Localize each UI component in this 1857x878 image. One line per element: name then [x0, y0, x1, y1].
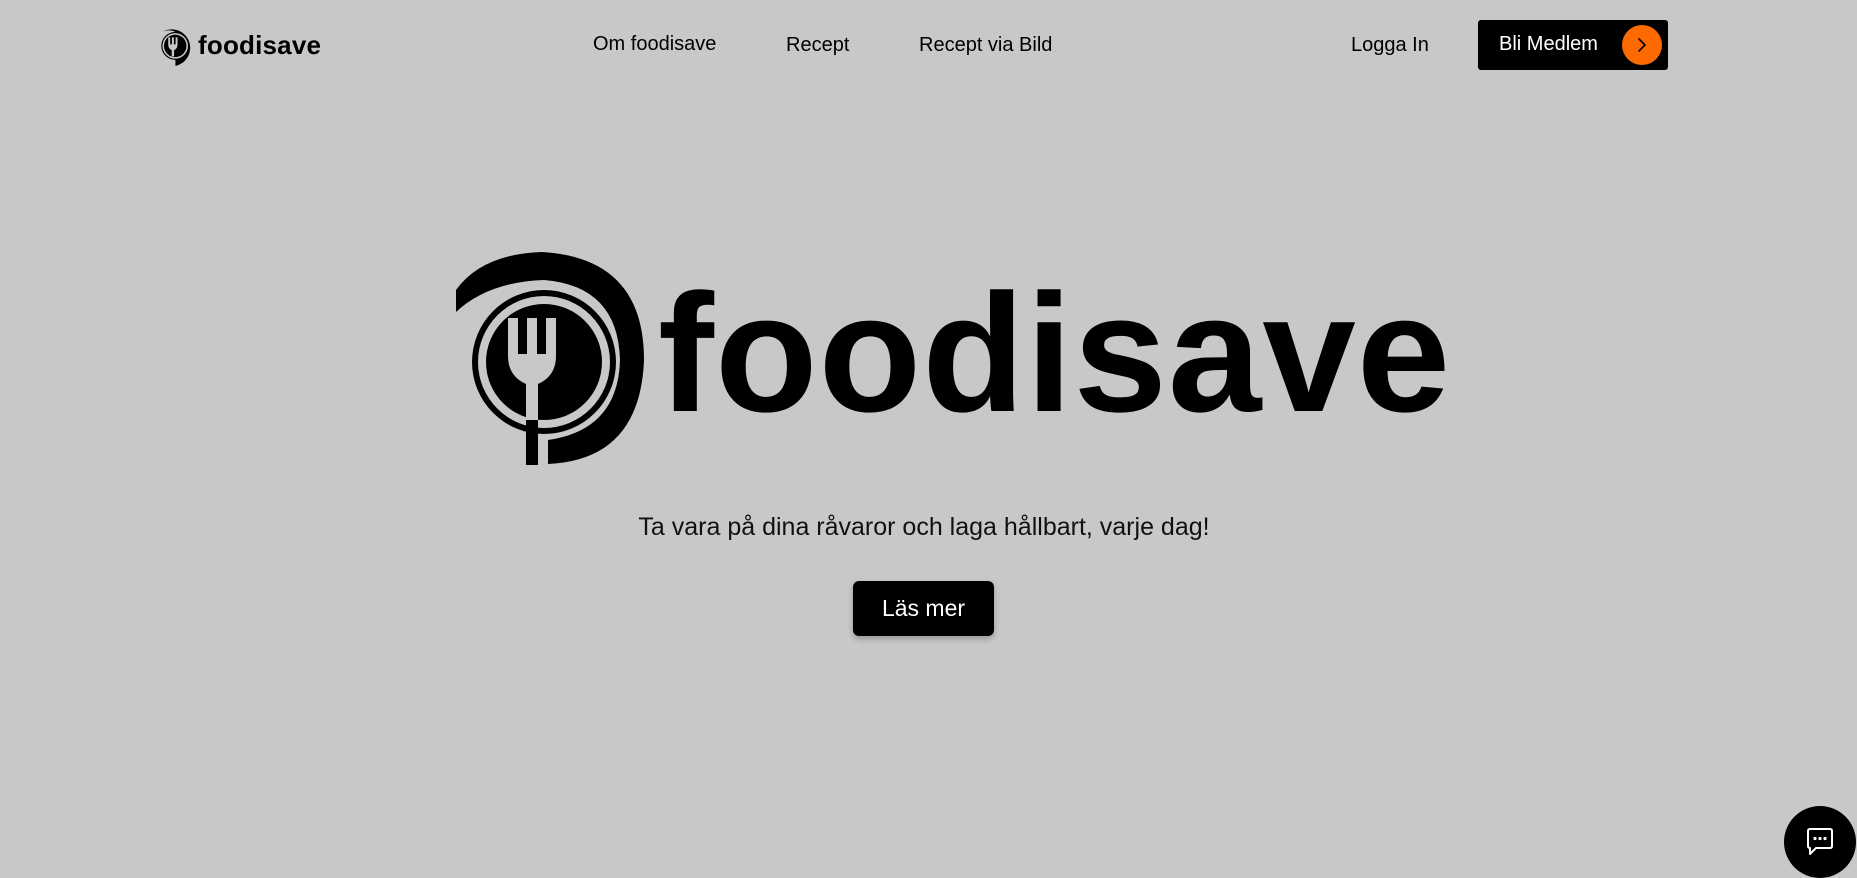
nav-recept-via-bild[interactable]: Recept via Bild: [919, 34, 1052, 57]
site-header: foodisave Om foodisave Recept Recept via…: [0, 0, 1857, 90]
join-member-button[interactable]: Bli Medlem: [1478, 20, 1668, 70]
chat-widget-button[interactable]: [1784, 806, 1856, 878]
hero-tagline: Ta vara på dina råvaror och laga hållbar…: [638, 513, 1210, 541]
nav-recept[interactable]: Recept: [786, 34, 849, 57]
fork-plate-logo-icon: [161, 29, 191, 66]
brand-home-link[interactable]: foodisave: [157, 24, 321, 66]
chat-bubble-icon: [1807, 828, 1833, 855]
brand-name: foodisave: [198, 29, 322, 60]
hero-logo: foodisave: [452, 250, 1451, 465]
chevron-right-icon: [1622, 25, 1662, 65]
fork-plate-logo-icon: [456, 252, 644, 465]
login-link[interactable]: Logga In: [1351, 34, 1429, 57]
join-member-label: Bli Medlem: [1499, 33, 1598, 55]
nav-om-foodisave[interactable]: Om foodisave: [593, 33, 716, 56]
read-more-button[interactable]: Läs mer: [853, 581, 994, 636]
hero-logo-text: foodisave: [658, 258, 1452, 447]
